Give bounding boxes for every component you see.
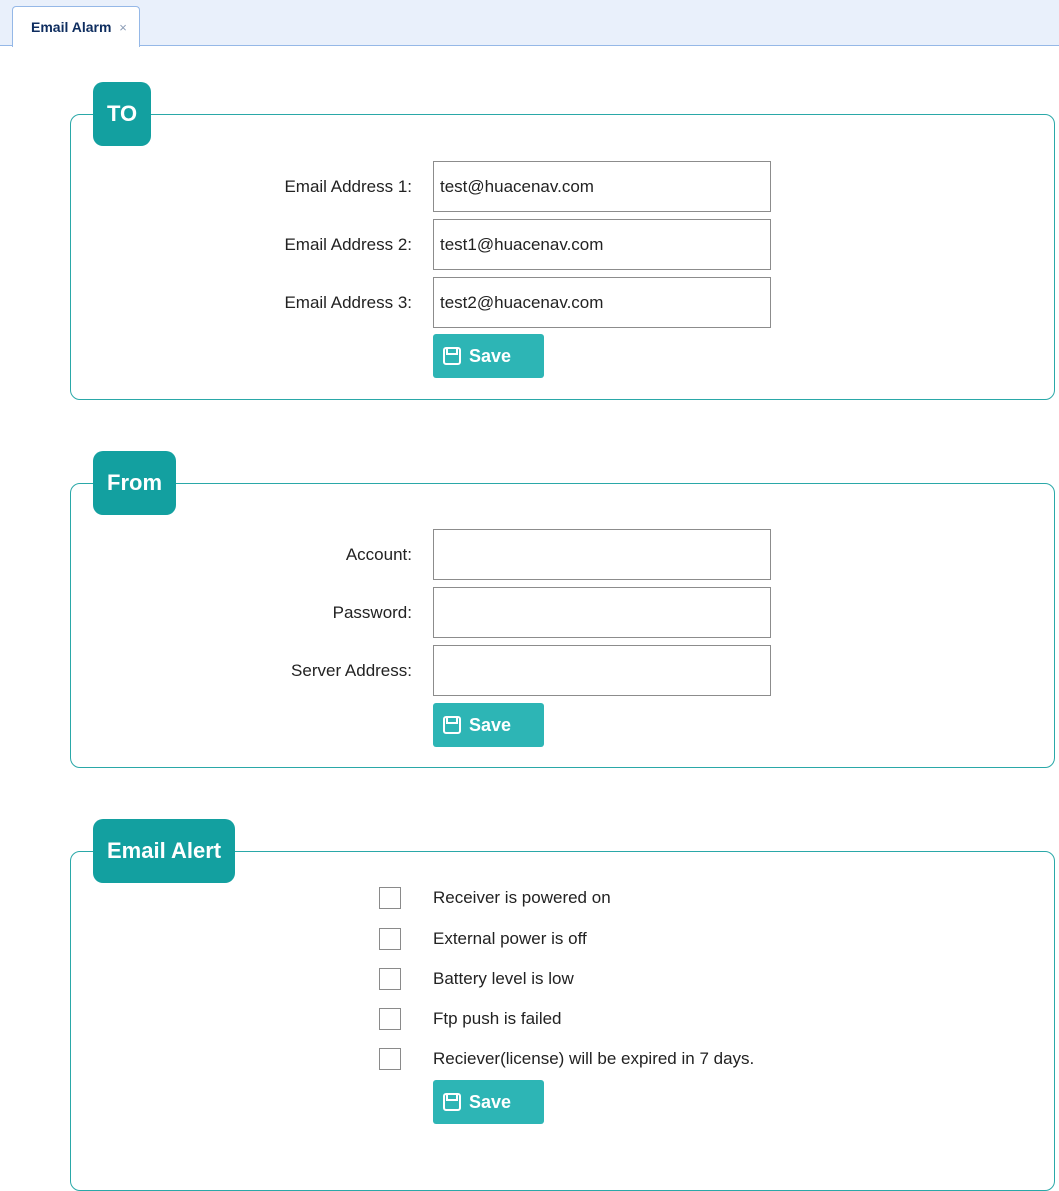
alert-option-battery-low: Battery level is low — [379, 959, 1019, 999]
email-address-2-input[interactable] — [433, 219, 771, 270]
alert-option-powered-on: Receiver is powered on — [379, 878, 1019, 918]
email-address-3-row: Email Address 3: — [71, 277, 1054, 329]
alert-save-button[interactable]: Save — [433, 1080, 544, 1124]
email-alert-panel-title: Email Alert — [93, 819, 236, 883]
server-address-label: Server Address: — [291, 661, 412, 680]
alert-option-label: External power is off — [433, 929, 587, 948]
email-address-2-label: Email Address 2: — [284, 235, 412, 254]
checkbox[interactable] — [379, 928, 401, 950]
from-panel-title: From — [93, 451, 176, 515]
floppy-disk-icon — [443, 716, 461, 734]
checkbox[interactable] — [379, 1008, 401, 1030]
tab-bar: Email Alarm × — [0, 0, 1059, 47]
alert-option-external-power-off: External power is off — [379, 919, 1019, 959]
floppy-disk-icon — [443, 347, 461, 365]
alert-save-label: Save — [469, 1091, 512, 1112]
checkbox[interactable] — [379, 1048, 401, 1070]
email-address-1-input[interactable] — [433, 161, 771, 212]
email-address-1-label: Email Address 1: — [284, 177, 412, 196]
alert-option-label: Ftp push is failed — [433, 1009, 562, 1028]
account-label: Account: — [345, 545, 412, 564]
tab-email-alarm[interactable]: Email Alarm × — [12, 6, 140, 47]
account-row: Account: — [71, 529, 1054, 581]
to-save-label: Save — [469, 345, 512, 366]
alert-option-label: Battery level is low — [433, 969, 574, 988]
password-row: Password: — [71, 587, 1054, 639]
alert-option-label: Reciever(license) will be expired in 7 d… — [433, 1049, 755, 1068]
floppy-disk-icon — [443, 1093, 461, 1111]
checkbox[interactable] — [379, 968, 401, 990]
email-alert-panel: Email Alert Receiver is powered on Exter… — [70, 819, 1055, 1191]
email-address-2-row: Email Address 2: — [71, 219, 1054, 271]
account-input[interactable] — [433, 529, 771, 580]
close-icon[interactable]: × — [119, 20, 127, 35]
to-save-button[interactable]: Save — [433, 334, 544, 378]
checkbox[interactable] — [379, 887, 401, 909]
to-panel: TO Email Address 1: Email Address 2: Ema… — [70, 82, 1055, 400]
password-label: Password: — [332, 603, 412, 622]
alert-option-label: Receiver is powered on — [433, 888, 611, 907]
server-address-row: Server Address: — [71, 645, 1054, 697]
tab-label: Email Alarm — [31, 19, 112, 35]
email-address-3-input[interactable] — [433, 277, 771, 328]
alert-option-license-expiring: Reciever(license) will be expired in 7 d… — [379, 1039, 1019, 1079]
server-address-input[interactable] — [433, 645, 771, 696]
to-panel-title: TO — [93, 82, 152, 146]
from-panel: From Account: Password: Server Address: … — [70, 451, 1055, 768]
from-save-button[interactable]: Save — [433, 703, 544, 747]
email-address-1-row: Email Address 1: — [71, 161, 1054, 213]
from-save-label: Save — [469, 714, 512, 735]
password-input[interactable] — [433, 587, 771, 638]
email-address-3-label: Email Address 3: — [284, 293, 412, 312]
alert-option-ftp-push-failed: Ftp push is failed — [379, 999, 1019, 1039]
